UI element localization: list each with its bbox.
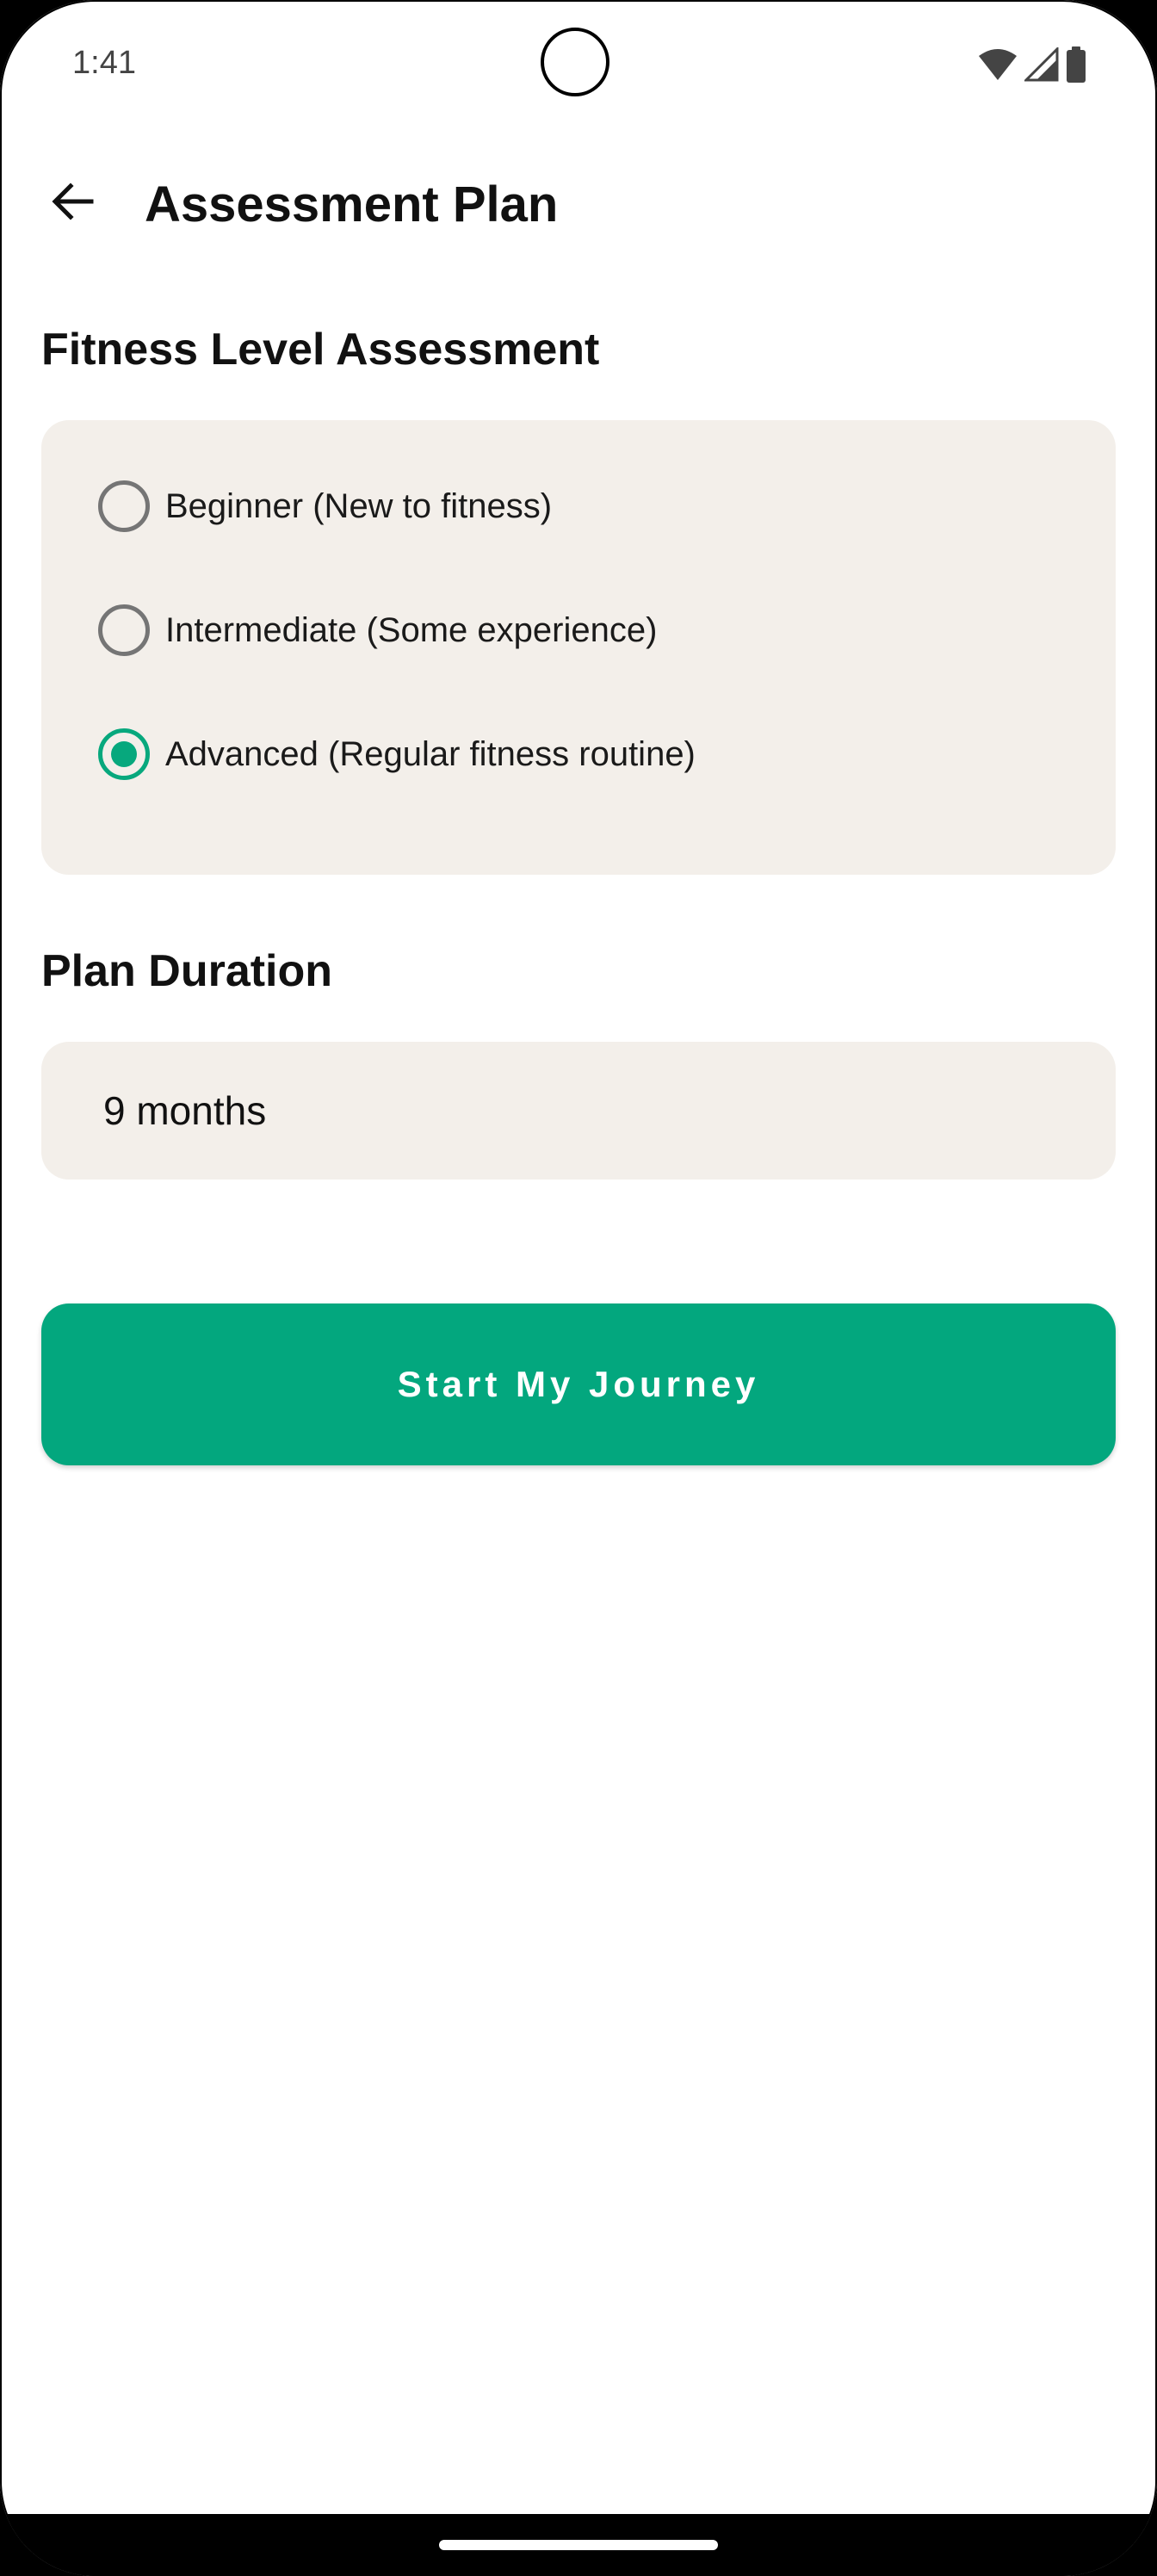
radio-option-label: Intermediate (Some experience) xyxy=(165,610,658,649)
front-camera-cutout xyxy=(541,28,609,96)
radio-option-label: Beginner (New to fitness) xyxy=(165,486,553,525)
battery-icon xyxy=(1066,46,1086,87)
arrow-back-icon xyxy=(50,179,95,228)
plan-duration-field[interactable]: 9 months xyxy=(41,1042,1116,1180)
radio-option-label: Advanced (Regular fitness routine) xyxy=(165,734,696,773)
plan-duration-value: 9 months xyxy=(103,1088,267,1133)
radio-option-intermediate[interactable]: Intermediate (Some experience) xyxy=(98,587,657,673)
radio-option-beginner[interactable]: Beginner (New to fitness) xyxy=(98,463,552,549)
radio-button-unselected[interactable] xyxy=(98,480,150,532)
status-time: 1:41 xyxy=(72,45,136,81)
cellular-signal-icon xyxy=(1023,46,1059,86)
page-title: Assessment Plan xyxy=(145,176,559,232)
fitness-level-heading: Fitness Level Assessment xyxy=(41,325,600,375)
app-screen: 1:41 Assessment Plan Fitness Level Asses… xyxy=(0,0,1157,2576)
radio-button-selected[interactable] xyxy=(98,728,150,780)
plan-duration-heading: Plan Duration xyxy=(41,946,333,996)
status-icons xyxy=(978,46,1086,87)
wifi-icon xyxy=(978,47,1018,86)
radio-button-unselected[interactable] xyxy=(98,604,150,656)
start-my-journey-button[interactable]: Start My Journey xyxy=(41,1303,1116,1465)
radio-option-advanced[interactable]: Advanced (Regular fitness routine) xyxy=(98,711,696,797)
back-button[interactable] xyxy=(38,169,107,238)
fitness-level-options-card: Beginner (New to fitness) Intermediate (… xyxy=(41,420,1116,875)
start-my-journey-label: Start My Journey xyxy=(397,1364,760,1404)
home-indicator[interactable] xyxy=(439,2540,718,2550)
